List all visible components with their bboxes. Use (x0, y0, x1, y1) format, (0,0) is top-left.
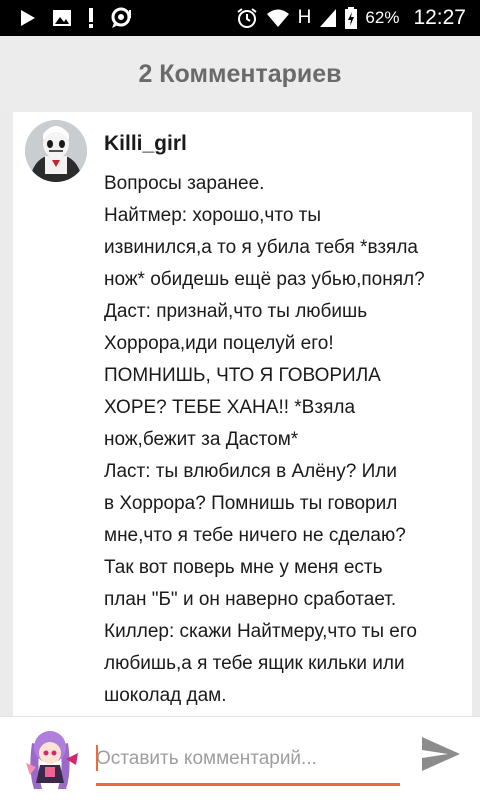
comment-line: в Хоррора? Помнишь ты говорил (104, 493, 398, 514)
comment-line: Даст: признай,что ты любишь (104, 301, 368, 322)
wifi-icon (266, 8, 290, 28)
comment-line: любишь,а я тебе ящик кильки или (104, 653, 405, 674)
comment-line: извинился,а то я убила тебя *взяла (104, 237, 418, 258)
comment-line: план "Б" и он наверно сработает. (104, 589, 397, 610)
comment-line: шоколад дам. (104, 685, 227, 706)
network-type: H (297, 7, 312, 28)
send-button[interactable] (418, 735, 464, 777)
send-icon (420, 735, 462, 778)
comment-text: Вопросы заранее. Найтмер: хорошо,что ты … (104, 168, 466, 712)
comment-author[interactable]: Killi_girl (104, 132, 187, 156)
comment-line: Киллер: скажи Найтмеру,что ты его (104, 621, 417, 642)
comment-line: нож* обидешь ещё раз убью,понял? (104, 269, 425, 290)
text-cursor (96, 745, 98, 771)
comment-line: ХОРЕ? ТЕБЕ ХАНА!! *Взяла (104, 397, 356, 418)
image-notification-icon (52, 8, 72, 28)
alarm-clock-icon (236, 7, 258, 29)
comment-line: Найтмер: хорошо,что ты (104, 205, 322, 226)
comment-line: ПОМНИШЬ, ЧТО Я ГОВОРИЛА (104, 365, 381, 386)
status-bar: H 62% 12:27 (0, 0, 480, 36)
current-user-avatar (18, 723, 82, 793)
comment-line: Так вот поверь мне у меня есть (104, 557, 383, 578)
input-underline (96, 783, 400, 786)
comment-card: Killi_girl Вопросы заранее. Найтмер: хор… (13, 112, 472, 716)
notification-icons (0, 7, 134, 29)
comment-composer (0, 716, 480, 800)
battery-percent: 62% (365, 8, 400, 27)
alert-notification-icon (86, 7, 96, 29)
user-avatar[interactable] (25, 120, 87, 182)
comment-line: Вопросы заранее. (104, 173, 265, 194)
play-store-notification-icon (18, 8, 38, 28)
comment-line: Хоррора,иди поцелуй его! (104, 333, 334, 354)
comment-line: нож,бежит за Дастом* (104, 429, 299, 450)
system-status: H 62% 12:27 (236, 6, 480, 30)
clock: 12:27 (413, 6, 466, 29)
chat-notification-icon (110, 7, 134, 29)
page-title: 2 Комментариев (138, 59, 342, 88)
comment-line: Ласт: ты влюбился в Алёну? Или (104, 461, 397, 482)
signal-icon (319, 8, 337, 28)
battery-icon (345, 7, 358, 29)
comment-line: мне,что я тебе ничего не сделаю? (104, 525, 406, 546)
comments-header: 2 Комментариев (0, 36, 480, 112)
comment-input[interactable] (96, 739, 400, 779)
